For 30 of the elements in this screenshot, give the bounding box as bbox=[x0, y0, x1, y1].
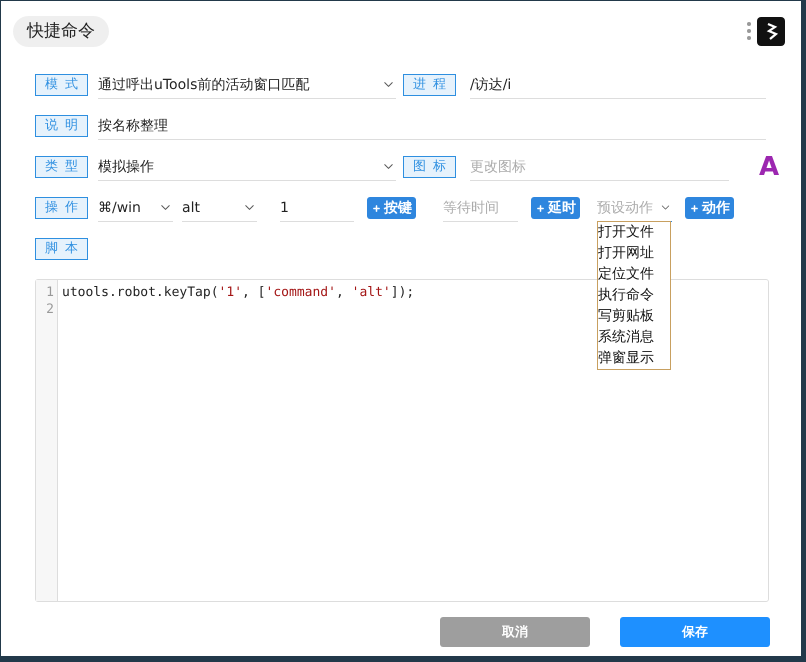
field-label: 进程 bbox=[403, 74, 456, 96]
plus-icon bbox=[690, 204, 699, 212]
field-label: 类型 bbox=[35, 156, 88, 178]
line-number: 2 bbox=[45, 301, 55, 318]
mode-select[interactable]: 通过呼出uTools前的活动窗口匹配 bbox=[98, 71, 396, 99]
type-select[interactable]: 模拟操作 bbox=[98, 153, 396, 181]
add-button[interactable]: 按键 bbox=[367, 197, 416, 219]
modifier-select[interactable]: alt bbox=[182, 194, 257, 222]
window-title: 快捷命令 bbox=[13, 16, 109, 46]
dropdown-option[interactable]: 打开网址 bbox=[598, 243, 670, 264]
dropdown-option[interactable]: 写剪贴板 bbox=[598, 306, 670, 327]
code-line: utools.robot.keyTap('1', ['command', 'alt']); bbox=[62, 285, 414, 300]
line-number: 1 bbox=[45, 284, 55, 301]
add-button[interactable]: 延时 bbox=[531, 197, 580, 219]
dropdown-option[interactable]: 系统消息 bbox=[598, 327, 670, 348]
dropdown-option[interactable]: 弹窗显示 bbox=[598, 348, 670, 369]
lightning-logo-icon bbox=[757, 16, 785, 46]
field-label: 模式 bbox=[35, 74, 88, 96]
add-button[interactable]: 动作 bbox=[685, 197, 734, 219]
plus-icon bbox=[372, 204, 381, 212]
field-label: 说明 bbox=[35, 115, 88, 137]
dropdown-option[interactable]: 执行命令 bbox=[598, 285, 670, 306]
modifier-select[interactable]: ⌘/win bbox=[98, 194, 173, 222]
field-label: 操作 bbox=[35, 197, 88, 219]
dropdown-option[interactable]: 打开文件 bbox=[598, 222, 670, 243]
plus-icon bbox=[536, 204, 545, 212]
more-icon[interactable] bbox=[747, 22, 751, 40]
field-label: 脚本 bbox=[35, 238, 88, 260]
icon-preview: A bbox=[759, 152, 780, 182]
field-label: 图标 bbox=[403, 156, 456, 178]
